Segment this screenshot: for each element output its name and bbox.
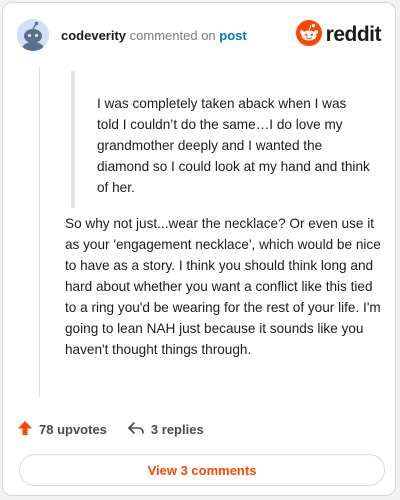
comment-card: codeverity commented on post reddit I wa…	[2, 2, 396, 496]
upvote-count: 78 upvotes	[39, 421, 107, 437]
comment-actions: 78 upvotes 3 replies	[17, 417, 204, 441]
replies-button[interactable]: 3 replies	[127, 420, 204, 439]
reply-arrow-icon	[127, 420, 145, 439]
user-avatar-icon[interactable]	[17, 19, 49, 51]
thread-line[interactable]	[39, 67, 40, 397]
comment-byline: codeverity commented on post	[61, 28, 247, 43]
upvote-button[interactable]: 78 upvotes	[17, 420, 107, 439]
upvote-arrow-icon	[17, 420, 33, 439]
reddit-brand[interactable]: reddit	[295, 19, 382, 51]
post-link[interactable]: post	[219, 28, 246, 43]
comment-body: So why not just...wear the necklace? Or …	[65, 216, 381, 357]
reddit-logo-icon	[295, 19, 322, 51]
quoted-text: I was completely taken aback when I was …	[71, 71, 371, 208]
brand-wordmark: reddit	[325, 23, 382, 46]
comment-header: codeverity commented on post reddit	[17, 17, 382, 53]
view-comments-button[interactable]: View 3 comments	[19, 454, 385, 486]
commented-on-text: commented on	[129, 28, 216, 43]
reply-count: 3 replies	[150, 421, 204, 437]
username-link[interactable]: codeverity	[61, 28, 126, 43]
